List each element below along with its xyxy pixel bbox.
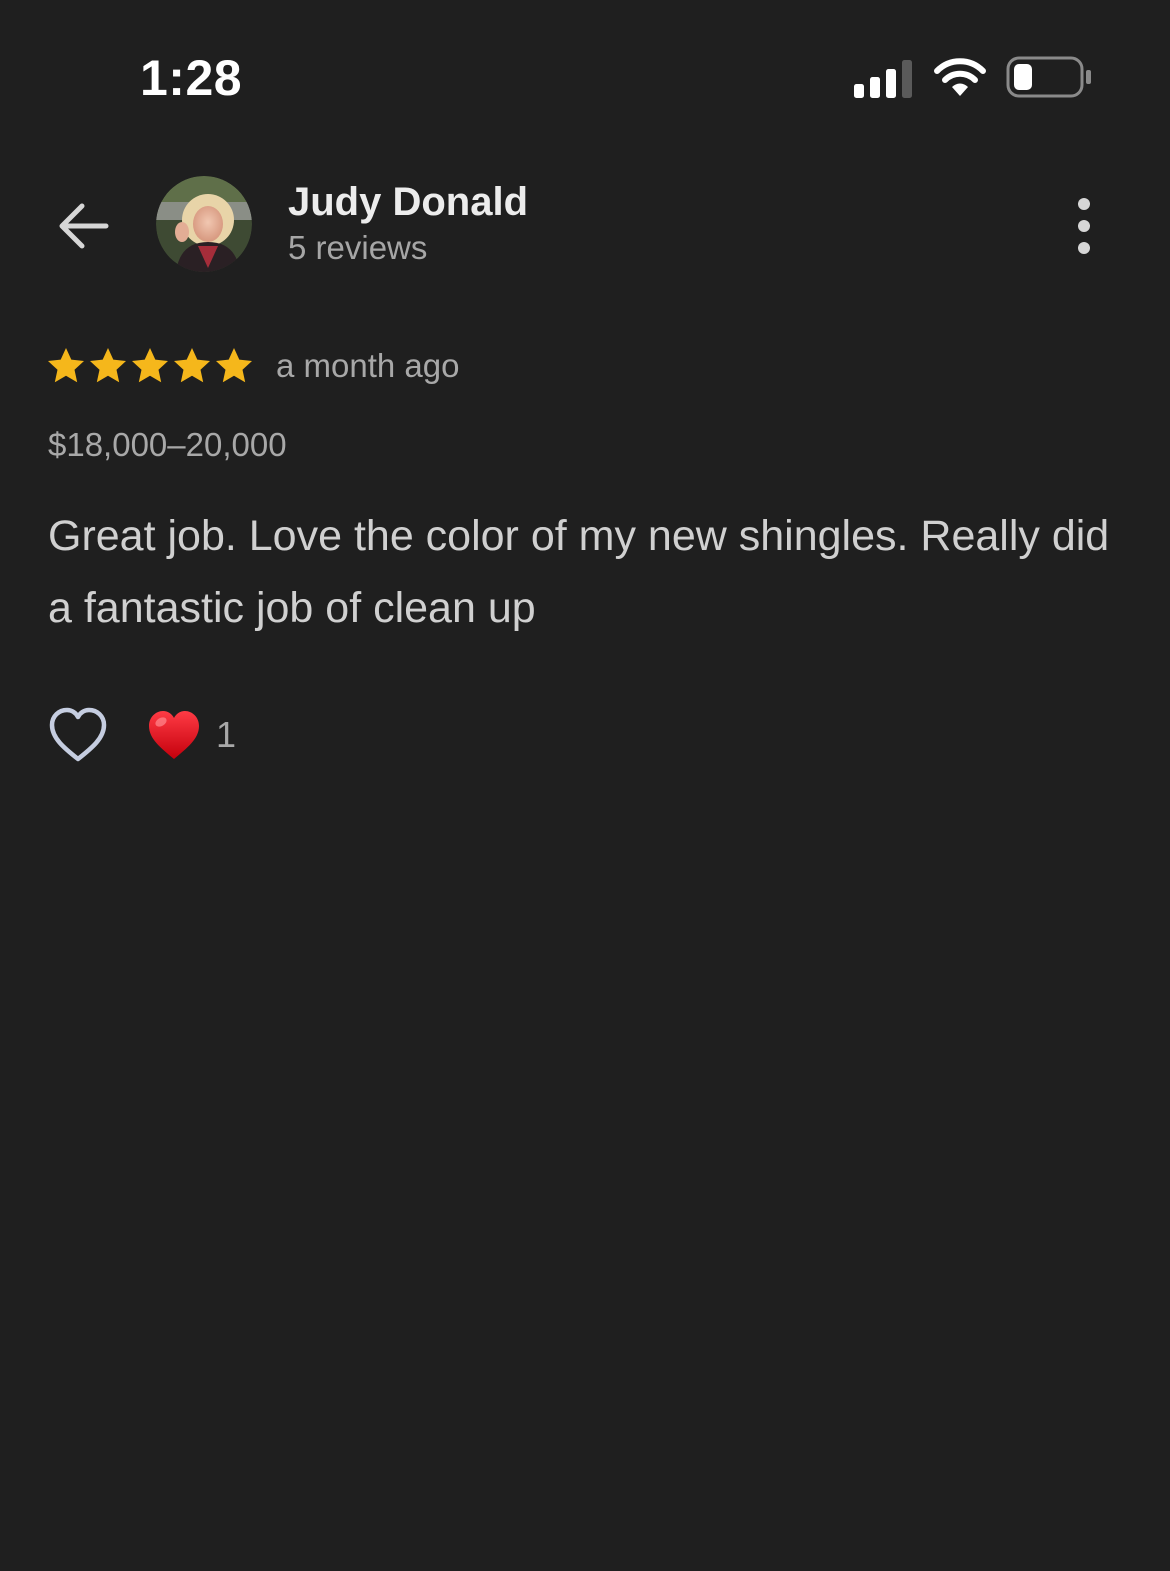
star-icon: [216, 348, 252, 383]
avatar[interactable]: [156, 176, 252, 272]
review-actions: 1: [46, 700, 236, 770]
price-range: $18,000–20,000: [48, 426, 287, 463]
review-header: Judy Donald 5 reviews: [0, 170, 1170, 280]
wifi-icon: [934, 58, 986, 96]
reviewer-review-count: 5 reviews: [288, 229, 428, 266]
red-heart-icon: [149, 711, 199, 759]
status-bar: 1:28: [0, 0, 1170, 150]
more-vertical-icon[interactable]: [1062, 194, 1106, 258]
star-rating: [46, 346, 254, 386]
star-icon: [90, 348, 126, 383]
star-icon: [48, 348, 84, 383]
review-text: Great job. Love the color of my new shin…: [48, 512, 1110, 632]
battery-icon: [1006, 56, 1091, 98]
reaction-summary[interactable]: 1: [146, 707, 236, 763]
star-icon: [174, 348, 210, 383]
status-time: 1:28: [140, 50, 243, 106]
rating-row: a month ago: [46, 340, 459, 392]
review-time: a month ago: [276, 347, 460, 384]
signal-icon: [854, 60, 912, 98]
star-icon: [132, 348, 168, 383]
arrow-left-icon[interactable]: [50, 196, 116, 256]
heart-outline-icon[interactable]: [46, 703, 110, 767]
reviewer-name[interactable]: Judy Donald: [288, 178, 528, 226]
reaction-count: 1: [216, 714, 237, 755]
